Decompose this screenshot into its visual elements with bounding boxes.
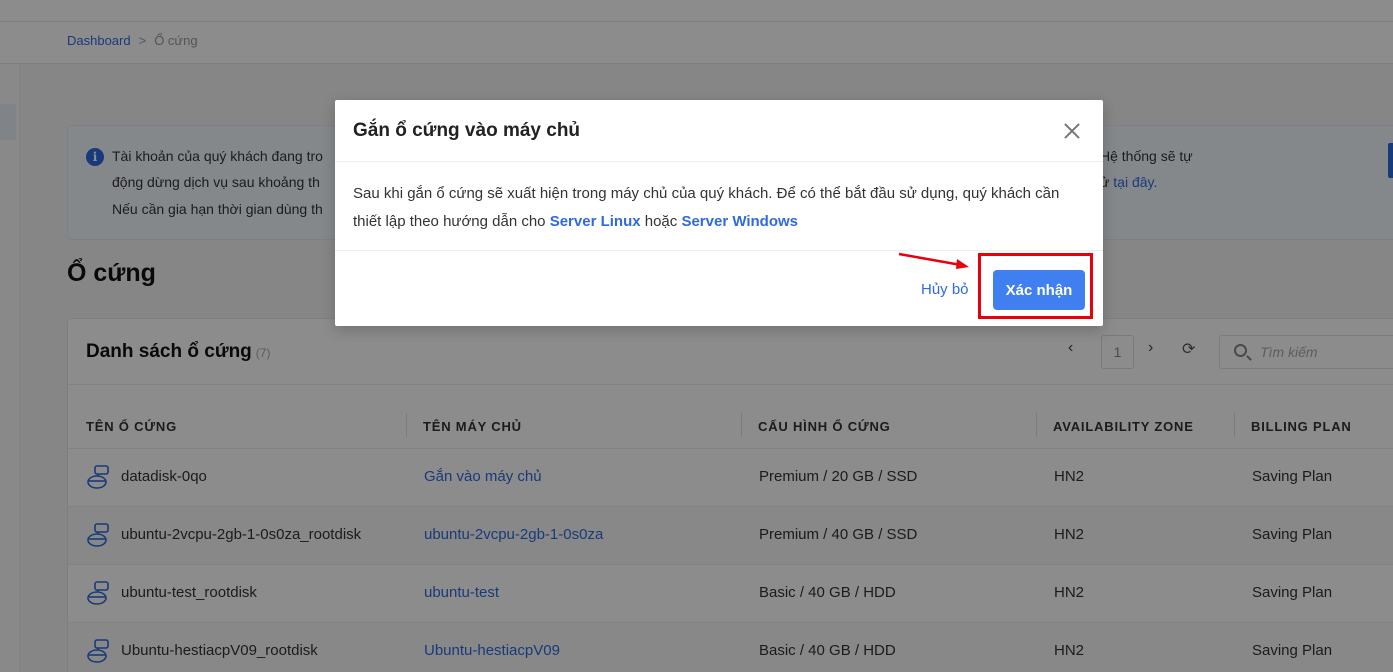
- server-linux-link[interactable]: Server Linux: [550, 213, 641, 230]
- modal-title: Gắn ổ cứng vào máy chủ: [353, 120, 581, 141]
- modal-body-line-2: thiết lập theo hướng dẫn cho Server Linu…: [353, 208, 798, 236]
- attach-disk-modal: Gắn ổ cứng vào máy chủ Sau khi gắn ổ cứn…: [335, 100, 1103, 326]
- close-icon[interactable]: [1059, 118, 1085, 144]
- modal-header: Gắn ổ cứng vào máy chủ: [335, 100, 1103, 162]
- confirm-button[interactable]: Xác nhận: [993, 270, 1085, 310]
- modal-body-or-text: hoặc: [644, 213, 678, 230]
- cancel-button[interactable]: Hủy bỏ: [921, 281, 969, 298]
- modal-footer: Hủy bỏ Xác nhận: [335, 250, 1103, 326]
- modal-body-line-2-text: thiết lập theo hướng dẫn cho: [353, 213, 546, 230]
- server-windows-link[interactable]: Server Windows: [681, 213, 798, 230]
- modal-body-line-1: Sau khi gắn ổ cứng sẽ xuất hiện trong má…: [353, 185, 1060, 202]
